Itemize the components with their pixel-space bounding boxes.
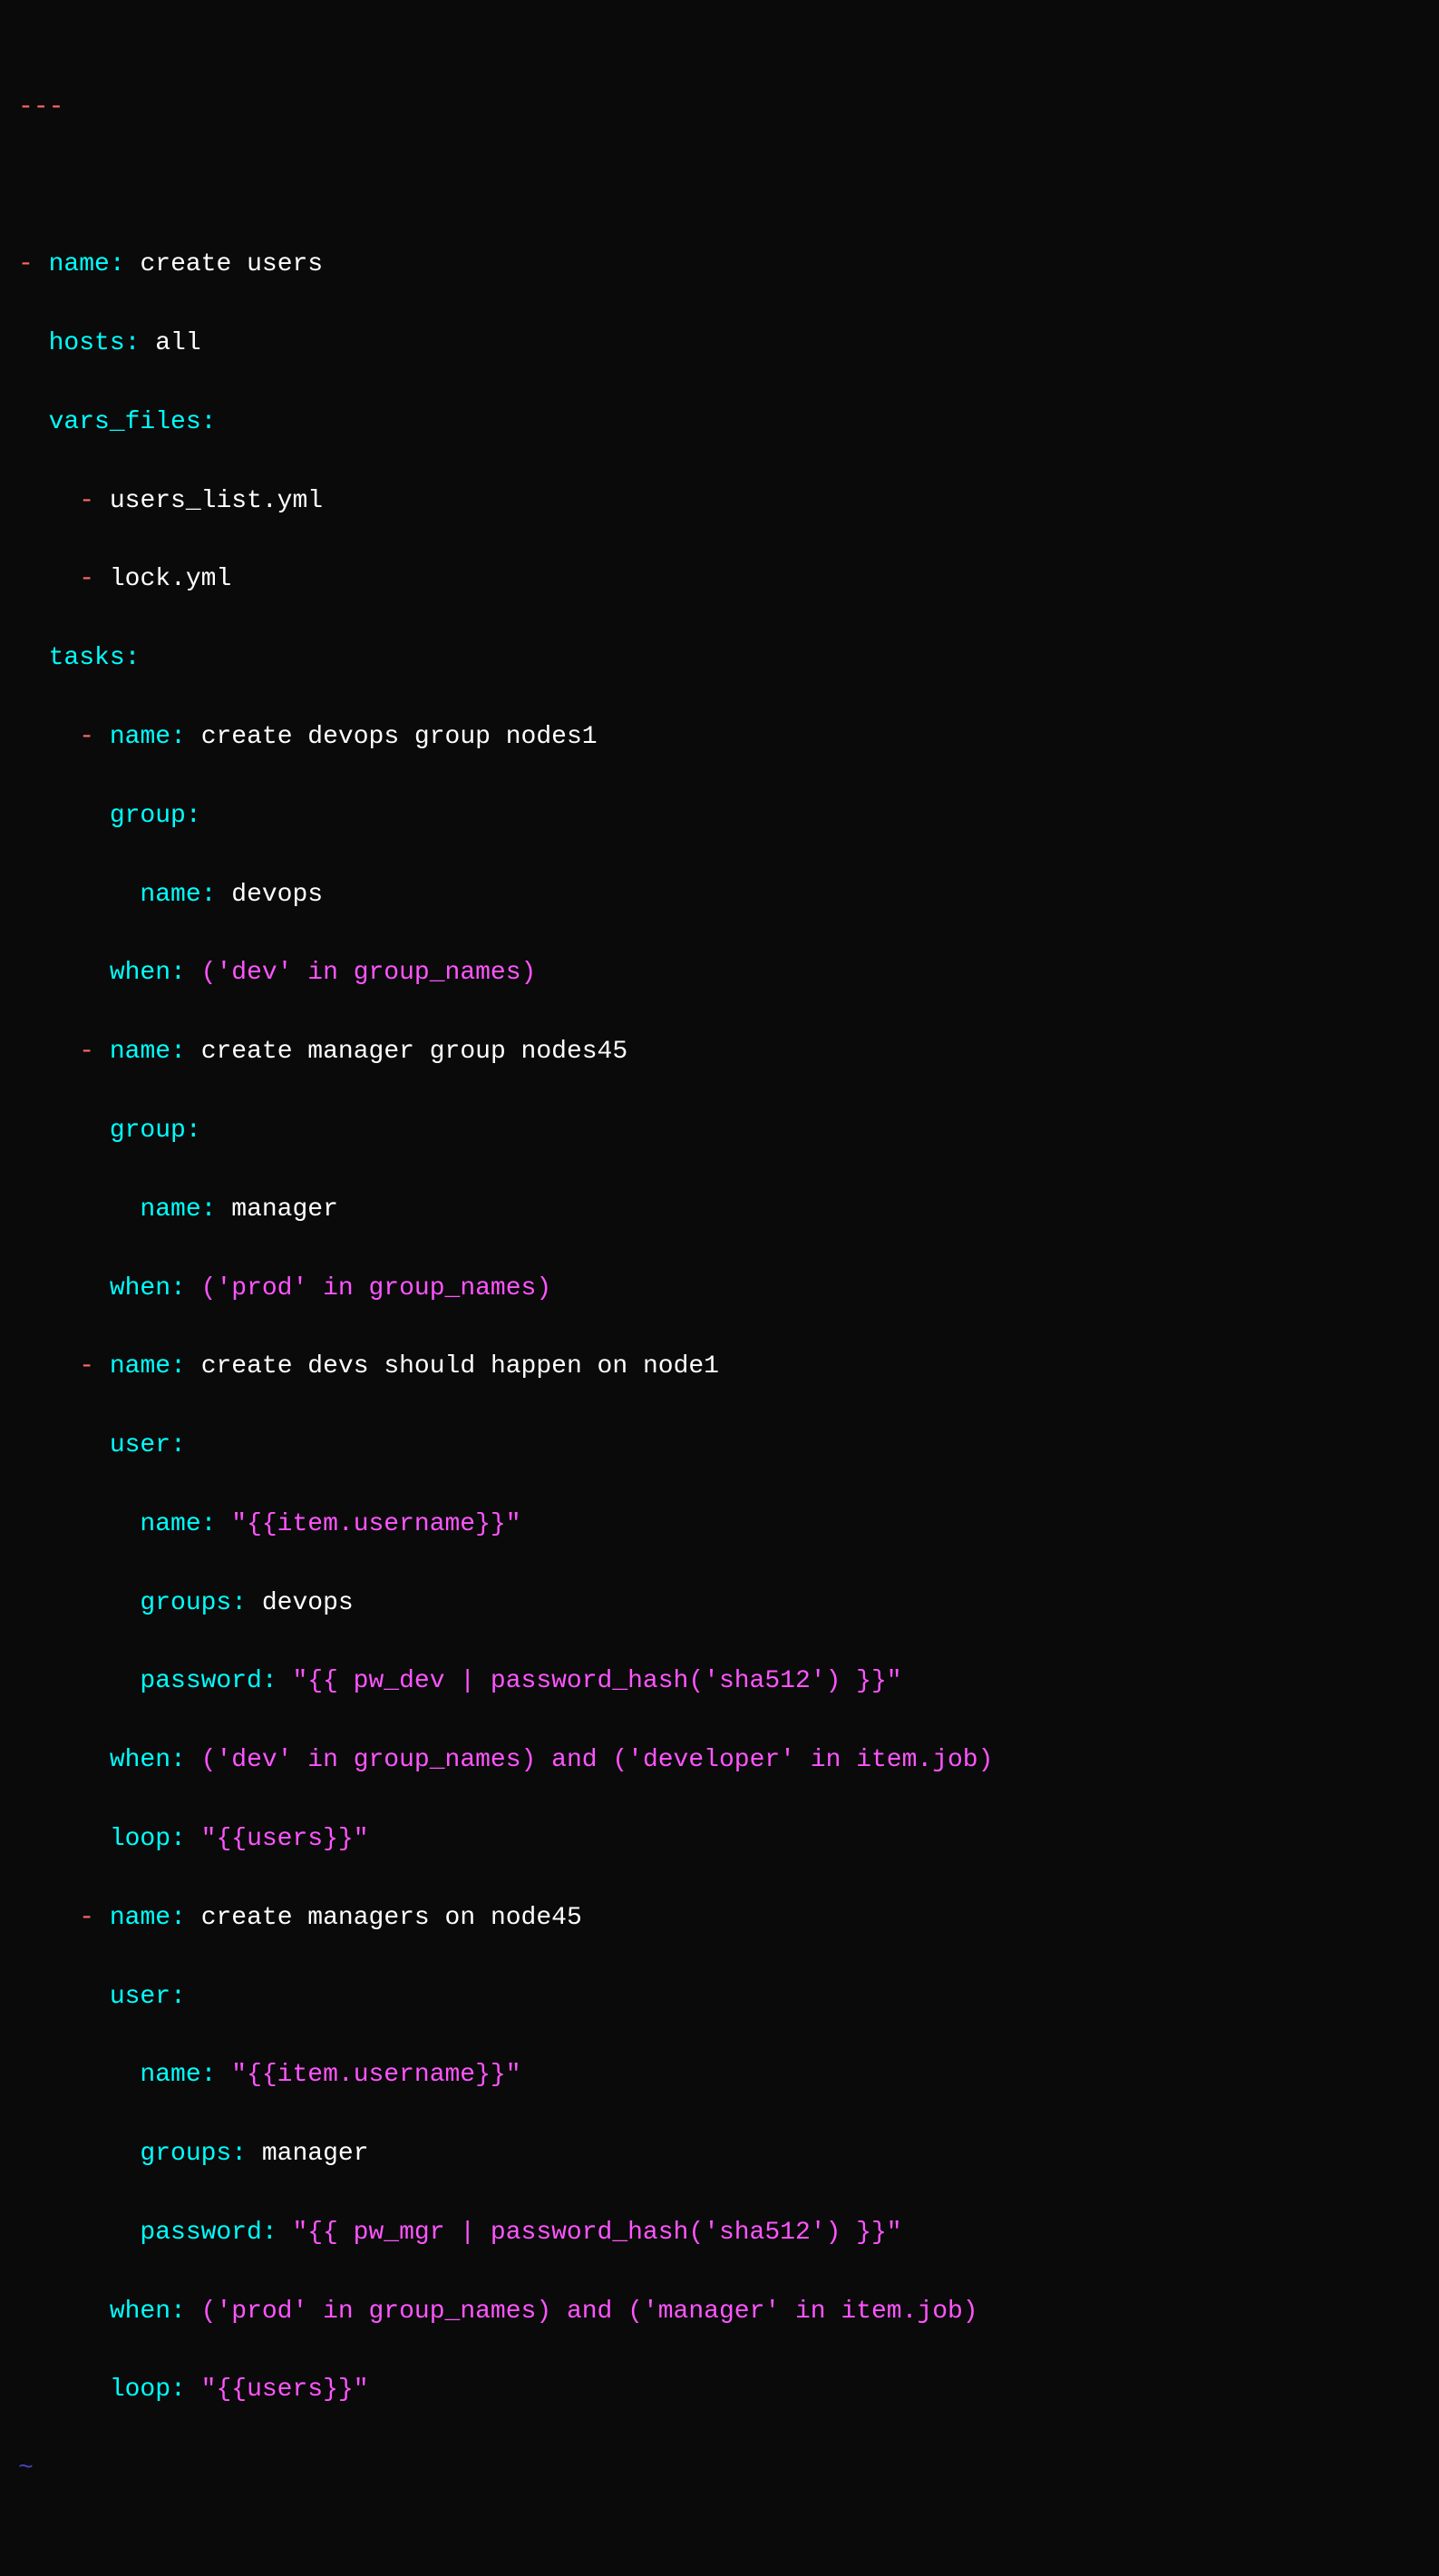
val-when-t4: ('prod' in group_names) and ('manager' i… bbox=[201, 2298, 978, 2326]
line-doc-sep: --- bbox=[18, 88, 1439, 127]
key-name-t4: name bbox=[110, 1904, 170, 1932]
line-name-playbook: - name: create users bbox=[18, 245, 1439, 284]
line-task1-group: group: bbox=[18, 796, 1439, 835]
key-name-t1: name bbox=[110, 723, 170, 751]
val-name-t2: create manager group nodes45 bbox=[201, 1038, 627, 1066]
line-task4-uname: name: "{{item.username}}" bbox=[18, 2055, 1439, 2094]
line-vars-files: vars_files: bbox=[18, 403, 1439, 442]
val-name-t3: create devs should happen on node1 bbox=[201, 1352, 719, 1381]
key-group-t1: group bbox=[110, 802, 186, 830]
line-task3-when: when: ('dev' in group_names) and ('devel… bbox=[18, 1741, 1439, 1780]
line-blank bbox=[18, 167, 1439, 206]
line-task1-gname: name: devops bbox=[18, 875, 1439, 914]
val-groups-t3: devops bbox=[262, 1589, 354, 1617]
val-lock: lock.yml bbox=[110, 565, 231, 593]
key-name-t2: name bbox=[110, 1038, 170, 1066]
key-user-t3: user bbox=[110, 1431, 170, 1459]
dash-6: - bbox=[79, 1352, 94, 1381]
line-task4-user: user: bbox=[18, 1977, 1439, 2016]
line-task3-pass: password: "{{ pw_dev | password_hash('sh… bbox=[18, 1662, 1439, 1701]
key-name-u3: name bbox=[140, 1510, 200, 1538]
dash-7: - bbox=[79, 1904, 94, 1932]
dash-4: - bbox=[79, 723, 94, 751]
val-pass-t4: "{{ pw_mgr | password_hash('sha512') }}" bbox=[292, 2219, 901, 2247]
val-groups-t4: manager bbox=[262, 2140, 369, 2168]
line-task4-loop: loop: "{{users}}" bbox=[18, 2370, 1439, 2409]
key-groups-t3: groups bbox=[140, 1589, 231, 1617]
val-when-t1: ('dev' in group_names) bbox=[201, 959, 537, 987]
tilde-char: ~ bbox=[18, 2454, 34, 2483]
key-name-g1: name bbox=[140, 881, 200, 909]
dash-5: - bbox=[79, 1038, 94, 1066]
val-when-t2: ('prod' in group_names) bbox=[201, 1274, 551, 1303]
code-editor: --- - name: create users hosts: all vars… bbox=[18, 9, 1439, 2567]
key-name-1: name bbox=[49, 250, 110, 278]
key-groups-t4: groups bbox=[140, 2140, 231, 2168]
line-tasks: tasks: bbox=[18, 639, 1439, 678]
line-task3-name: - name: create devs should happen on nod… bbox=[18, 1347, 1439, 1386]
line-lock: - lock.yml bbox=[18, 560, 1439, 599]
key-name-u4: name bbox=[140, 2061, 200, 2089]
key-hosts: hosts bbox=[49, 329, 125, 357]
val-name-1: create users bbox=[140, 250, 323, 278]
key-when-t3: when bbox=[110, 1746, 170, 1774]
line-task2-when: when: ('prod' in group_names) bbox=[18, 1269, 1439, 1308]
val-when-t3: ('dev' in group_names) and ('developer' … bbox=[201, 1746, 994, 1774]
val-pass-t3: "{{ pw_dev | password_hash('sha512') }}" bbox=[292, 1667, 901, 1695]
line-task1-when: when: ('dev' in group_names) bbox=[18, 953, 1439, 992]
line-task2-gname: name: manager bbox=[18, 1190, 1439, 1229]
line-task2-group: group: bbox=[18, 1111, 1439, 1150]
key-user-t4: user bbox=[110, 1983, 170, 2011]
doc-separator: --- bbox=[18, 93, 63, 122]
val-name-t4: create managers on node45 bbox=[201, 1904, 582, 1932]
line-users-list: - users_list.yml bbox=[18, 482, 1439, 521]
key-loop-t3: loop bbox=[110, 1825, 170, 1853]
key-when-t2: when bbox=[110, 1274, 170, 1303]
key-loop-t4: loop bbox=[110, 2376, 170, 2404]
val-users-list: users_list.yml bbox=[110, 487, 323, 515]
key-tasks: tasks bbox=[49, 644, 125, 672]
key-pass-t3: password bbox=[140, 1667, 261, 1695]
line-hosts: hosts: all bbox=[18, 324, 1439, 363]
key-when-t4: when bbox=[110, 2298, 170, 2326]
line-task4-pass: password: "{{ pw_mgr | password_hash('sh… bbox=[18, 2213, 1439, 2252]
line-task4-groups: groups: manager bbox=[18, 2134, 1439, 2173]
val-loop-t4: "{{users}}" bbox=[201, 2376, 369, 2404]
key-vars-files: vars_files bbox=[49, 408, 201, 436]
line-task2-name: - name: create manager group nodes45 bbox=[18, 1032, 1439, 1071]
val-name-u3: "{{item.username}}" bbox=[231, 1510, 520, 1538]
key-pass-t4: password bbox=[140, 2219, 261, 2247]
line-task3-loop: loop: "{{users}}" bbox=[18, 1820, 1439, 1859]
line-task3-user: user: bbox=[18, 1426, 1439, 1465]
val-hosts: all bbox=[155, 329, 200, 357]
dash-1: - bbox=[18, 250, 34, 278]
dash-3: - bbox=[79, 565, 94, 593]
val-name-t1: create devops group nodes1 bbox=[201, 723, 598, 751]
line-task4-when: when: ('prod' in group_names) and ('mana… bbox=[18, 2292, 1439, 2331]
line-task4-name: - name: create managers on node45 bbox=[18, 1898, 1439, 1937]
line-task3-groups: groups: devops bbox=[18, 1584, 1439, 1623]
key-name-t3: name bbox=[110, 1352, 170, 1381]
key-name-g2: name bbox=[140, 1195, 200, 1224]
val-name-g2: manager bbox=[231, 1195, 338, 1224]
val-name-u4: "{{item.username}}" bbox=[231, 2061, 520, 2089]
line-task3-uname: name: "{{item.username}}" bbox=[18, 1505, 1439, 1544]
line-task1-name: - name: create devops group nodes1 bbox=[18, 717, 1439, 756]
line-tilde: ~ bbox=[18, 2449, 1439, 2488]
key-when-t1: when bbox=[110, 959, 170, 987]
val-name-g1: devops bbox=[231, 881, 323, 909]
val-loop-t3: "{{users}}" bbox=[201, 1825, 369, 1853]
key-group-t2: group bbox=[110, 1117, 186, 1145]
dash-2: - bbox=[79, 487, 94, 515]
